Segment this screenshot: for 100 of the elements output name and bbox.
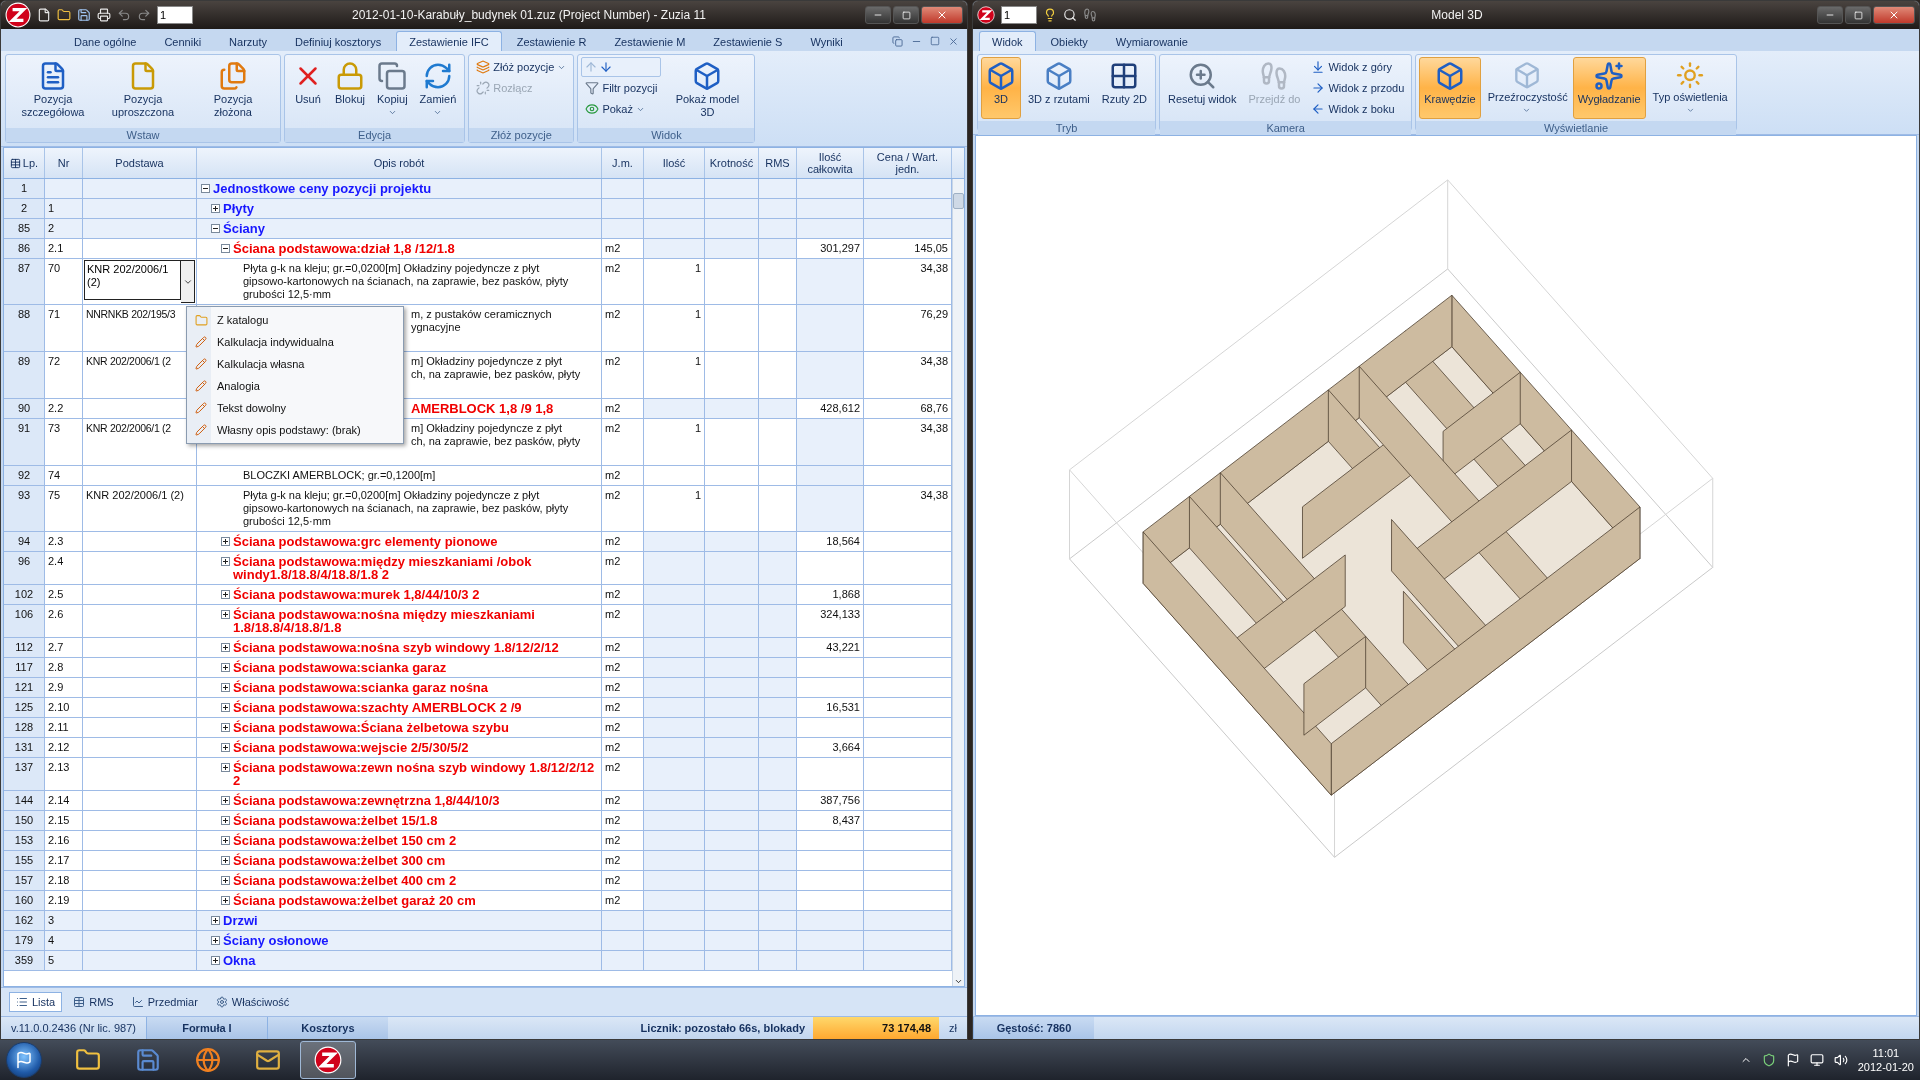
expand-toggle[interactable] — [221, 896, 230, 905]
column-header[interactable]: Opis robót — [197, 148, 602, 178]
ribbon-tab[interactable]: Wymiarowanie — [1102, 31, 1201, 51]
tree-node[interactable]: Ściana podstawowa:zewn nośna szyb windowy 1.8/12/2/12 2 — [233, 761, 598, 787]
column-header[interactable]: J.m. — [602, 148, 644, 178]
ribbon-tab[interactable]: Zestawienie IFC — [396, 31, 502, 51]
save-icon[interactable] — [77, 8, 91, 22]
footprints-icon[interactable] — [1083, 8, 1097, 22]
tree-node[interactable]: AMERBLOCK 1,8 /9 1,8 — [411, 402, 554, 415]
expand-toggle[interactable] — [221, 743, 230, 752]
ribbon-button[interactable]: Kopiuj — [372, 57, 413, 125]
flag-icon[interactable] — [1785, 1053, 1800, 1067]
redo-icon[interactable] — [137, 8, 151, 22]
expand-toggle[interactable] — [221, 876, 230, 885]
ribbon-tab[interactable]: Narzuty — [216, 31, 280, 51]
ribbon-tab[interactable]: Widok — [979, 31, 1036, 51]
tree-node[interactable]: Ściana podstawowa:scianka garaz nośna — [233, 681, 489, 694]
tree-node[interactable]: Ściany osłonowe — [223, 934, 329, 947]
ribbon-button[interactable]: Zamień — [414, 57, 462, 125]
column-header[interactable]: Cena / Wart. jedn. — [864, 148, 952, 178]
clock[interactable]: 11:01 2012-01-20 — [1857, 1046, 1914, 1074]
ribbon-tab[interactable]: Zestawienie R — [503, 31, 600, 51]
maximize-button[interactable] — [1845, 6, 1871, 24]
expand-toggle[interactable] — [211, 916, 220, 925]
ribbon-button[interactable]: Pokaż model 3D — [663, 57, 752, 125]
ribbon-tab[interactable]: Dane ogólne — [61, 31, 150, 51]
tree-node[interactable]: Okna — [223, 954, 256, 967]
close-button[interactable] — [921, 6, 963, 24]
column-header[interactable]: Krotność — [705, 148, 759, 178]
lightbulb-icon[interactable] — [1043, 8, 1057, 22]
page-number-field[interactable]: 1 — [157, 6, 193, 24]
tree-node[interactable]: Ściana podstawowa:Ściana żelbetowa szybu — [233, 721, 509, 734]
ribbon-button[interactable]: Widok z boku — [1307, 99, 1409, 119]
column-header[interactable]: Nr — [45, 148, 83, 178]
expand-toggle[interactable] — [221, 537, 230, 546]
scrollbar[interactable] — [952, 179, 964, 986]
column-header[interactable]: Ilość — [644, 148, 705, 178]
table-settings-icon[interactable] — [9, 157, 21, 169]
tree-node[interactable]: Drzwi — [223, 914, 258, 927]
scroll-thumb[interactable] — [953, 193, 964, 209]
maximize-button[interactable] — [893, 6, 919, 24]
print-icon[interactable] — [97, 8, 111, 22]
basis-field[interactable]: KNR 202/2006/1 (2) — [84, 260, 181, 300]
minimize-button[interactable] — [1817, 6, 1843, 24]
start-button[interactable] — [6, 1042, 42, 1078]
expand-toggle[interactable] — [221, 796, 230, 805]
tree-node[interactable]: Ściana podstawowa:żelbet 15/1.8 — [233, 814, 438, 827]
menu-item[interactable]: Tekst dowolny — [189, 397, 401, 419]
tree-node[interactable]: Ściana podstawowa:nośna między mieszkaniami 1.8/18.8/4/18.8/1.8 — [233, 608, 598, 634]
ribbon-button[interactable]: Przeźroczystość — [1482, 57, 1571, 119]
view-tab[interactable]: RMS — [66, 992, 121, 1012]
ribbon-tab[interactable]: Wyniki — [797, 31, 856, 51]
undo-icon[interactable] — [117, 8, 131, 22]
tree-node[interactable]: Ściana podstawowa:żelbet 400 cm 2 — [233, 874, 457, 887]
tree-node[interactable]: Płyty — [223, 202, 255, 215]
taskbar-app[interactable] — [300, 1041, 356, 1079]
tree-node[interactable]: Ściana podstawowa:scianka garaz — [233, 661, 447, 674]
tree-node[interactable]: Ściana podstawowa:murek 1,8/44/10/3 2 — [233, 588, 480, 601]
expand-toggle[interactable] — [221, 856, 230, 865]
expand-toggle[interactable] — [221, 590, 230, 599]
ribbon-button[interactable]: Złóż pozycje — [472, 57, 571, 77]
expand-toggle[interactable] — [221, 703, 230, 712]
tree-node[interactable]: Ściana podstawowa:żelbet 150 cm 2 — [233, 834, 457, 847]
column-header[interactable]: Podstawa — [83, 148, 197, 178]
search-icon[interactable] — [1063, 8, 1077, 22]
tree-node[interactable]: Ściana podstawowa:między mieszkaniami /obok windy1.8/18.8/4/18.8/1.8 2 — [233, 555, 598, 581]
view-tab[interactable]: Przedmiar — [124, 992, 205, 1012]
tree-node[interactable]: Ściany — [223, 222, 265, 235]
ribbon-button[interactable]: Resetuj widok — [1163, 57, 1242, 119]
ribbon-button[interactable]: Widok z góry — [1307, 57, 1409, 77]
dropdown-button[interactable] — [181, 260, 195, 303]
ribbon-button[interactable]: Wygładzanie — [1572, 57, 1646, 119]
ribbon-tab[interactable]: Zestawienie S — [700, 31, 796, 51]
expand-toggle[interactable] — [201, 184, 210, 193]
ribbon-button[interactable]: Pokaż — [581, 99, 662, 119]
folder-icon[interactable] — [57, 8, 71, 22]
expand-toggle[interactable] — [211, 936, 220, 945]
close-button[interactable] — [1873, 6, 1915, 24]
ribbon-tab[interactable]: Definiuj kosztorys — [282, 31, 395, 51]
ribbon-button[interactable]: Rzuty 2D — [1096, 57, 1152, 119]
app-logo[interactable] — [5, 2, 31, 28]
ribbon-button[interactable]: Typ oświetlenia — [1647, 57, 1733, 119]
speaker-icon[interactable] — [1833, 1053, 1848, 1067]
tree-node[interactable]: Ściana podstawowa:dział 1,8 /12/1.8 — [233, 242, 455, 255]
tree-node[interactable]: Ściana podstawowa:nośna szyb windowy 1.8/12/2/12 — [233, 641, 559, 654]
monitor-icon[interactable] — [1809, 1053, 1824, 1067]
expand-toggle[interactable] — [221, 836, 230, 845]
expand-toggle[interactable] — [221, 557, 230, 566]
minimize-button[interactable] — [865, 6, 891, 24]
app-logo[interactable] — [314, 1046, 342, 1074]
expand-toggle[interactable] — [221, 663, 230, 672]
ribbon-tab[interactable]: Obiekty — [1037, 31, 1101, 51]
restore-icon[interactable] — [892, 36, 903, 47]
shield-icon[interactable] — [1761, 1053, 1776, 1067]
view-tab[interactable]: Lista — [9, 992, 63, 1012]
page-number-field[interactable]: 1 — [1001, 6, 1037, 24]
expand-toggle[interactable] — [211, 956, 220, 965]
close-icon[interactable] — [948, 36, 959, 47]
ribbon-button[interactable]: Blokuj — [330, 57, 370, 125]
column-header[interactable]: Lp. — [4, 148, 45, 178]
